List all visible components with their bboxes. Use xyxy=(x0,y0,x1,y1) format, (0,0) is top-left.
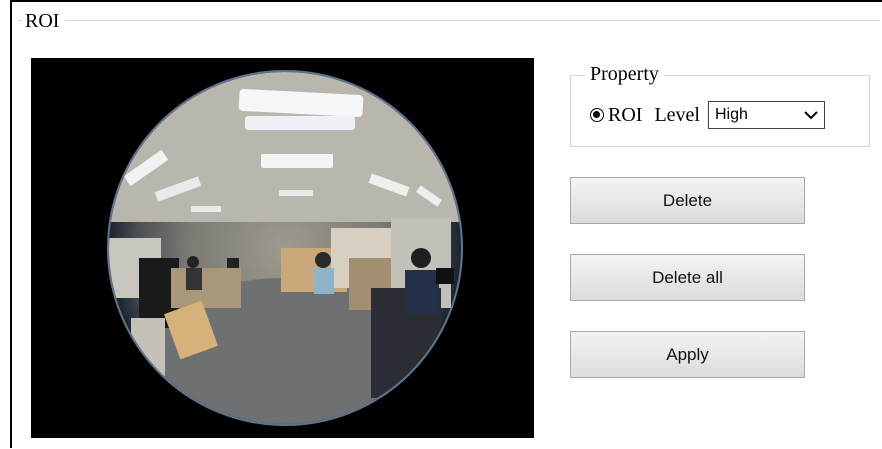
roi-radio-label[interactable]: ROI xyxy=(608,104,642,127)
fisheye-camera-preview[interactable] xyxy=(31,58,534,438)
apply-button[interactable]: Apply xyxy=(570,331,805,378)
chevron-down-icon xyxy=(804,111,818,120)
property-title: Property xyxy=(585,62,664,86)
level-select[interactable]: High xyxy=(707,101,825,129)
radio-selected-icon[interactable] xyxy=(590,108,604,122)
delete-button[interactable]: Delete xyxy=(570,177,805,224)
level-label: Level xyxy=(654,103,700,126)
level-select-value: High xyxy=(714,106,748,123)
property-row: ROI Level High xyxy=(590,100,825,130)
roi-section-title: ROI xyxy=(22,10,66,32)
delete-all-button[interactable]: Delete all xyxy=(570,254,805,301)
